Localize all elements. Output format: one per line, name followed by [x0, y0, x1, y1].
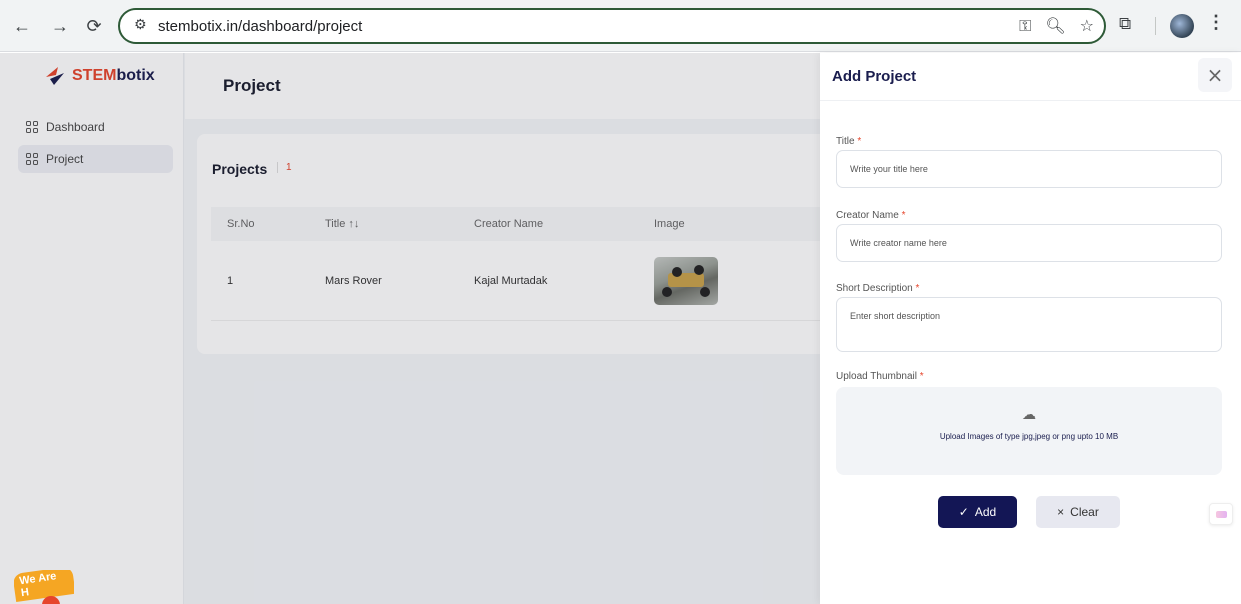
check-icon: ✓ [958, 505, 969, 519]
upload-dropzone[interactable]: ☁ Upload Images of type jpg,jpeg or png … [836, 387, 1222, 475]
chat-widget-text: We Are H [14, 570, 74, 603]
modal-backdrop[interactable] [0, 53, 820, 604]
browser-toolbar: ← → ⟳ ⚙ stembotix.in/dashboard/project ⚿… [0, 0, 1241, 52]
address-bar[interactable]: ⚙ stembotix.in/dashboard/project ⚿ 🔍︎ ☆ [118, 8, 1106, 44]
short-description-label: Short Description * [836, 283, 920, 294]
back-icon[interactable]: ← [10, 14, 34, 38]
add-project-drawer: Add Project × Title * Creator Name * Sho… [820, 53, 1241, 604]
reload-icon[interactable]: ⟳ [82, 14, 106, 38]
short-description-textarea[interactable] [836, 297, 1222, 352]
zoom-icon[interactable]: 🔍︎ [1045, 16, 1065, 36]
site-info-icon[interactable]: ⚙ [134, 17, 147, 33]
profile-avatar[interactable] [1170, 14, 1194, 38]
creator-name-label: Creator Name * [836, 210, 906, 221]
cloud-upload-icon: ☁ [1022, 407, 1036, 423]
upload-thumbnail-label: Upload Thumbnail * [836, 371, 924, 382]
bookmark-star-icon[interactable]: ☆ [1080, 16, 1094, 36]
floating-widget-icon[interactable] [1209, 503, 1233, 525]
clear-button-label: Clear [1070, 505, 1099, 519]
extensions-icon[interactable]: ⧉ [1119, 14, 1131, 34]
chat-widget-badge[interactable]: We Are H [14, 570, 74, 604]
kebab-menu-icon[interactable]: ⋮ [1207, 12, 1225, 33]
add-button-label: Add [974, 505, 997, 519]
upload-hint: Upload Images of type jpg,jpeg or png up… [939, 432, 1119, 441]
password-key-icon[interactable]: ⚿ [1019, 16, 1031, 36]
drawer-divider [820, 100, 1241, 101]
title-label: Title * [836, 136, 862, 147]
clear-button[interactable]: × Clear [1036, 496, 1120, 528]
close-icon[interactable]: × [1198, 58, 1232, 92]
url-text[interactable]: stembotix.in/dashboard/project [158, 18, 362, 35]
forward-icon[interactable]: → [48, 14, 72, 38]
chat-widget-dot [42, 596, 60, 604]
drawer-title: Add Project [832, 68, 917, 85]
add-button[interactable]: ✓ Add [938, 496, 1017, 528]
creator-name-input[interactable] [836, 224, 1222, 262]
title-input[interactable] [836, 150, 1222, 188]
close-small-icon: × [1057, 505, 1065, 519]
toolbar-divider [1155, 17, 1156, 35]
